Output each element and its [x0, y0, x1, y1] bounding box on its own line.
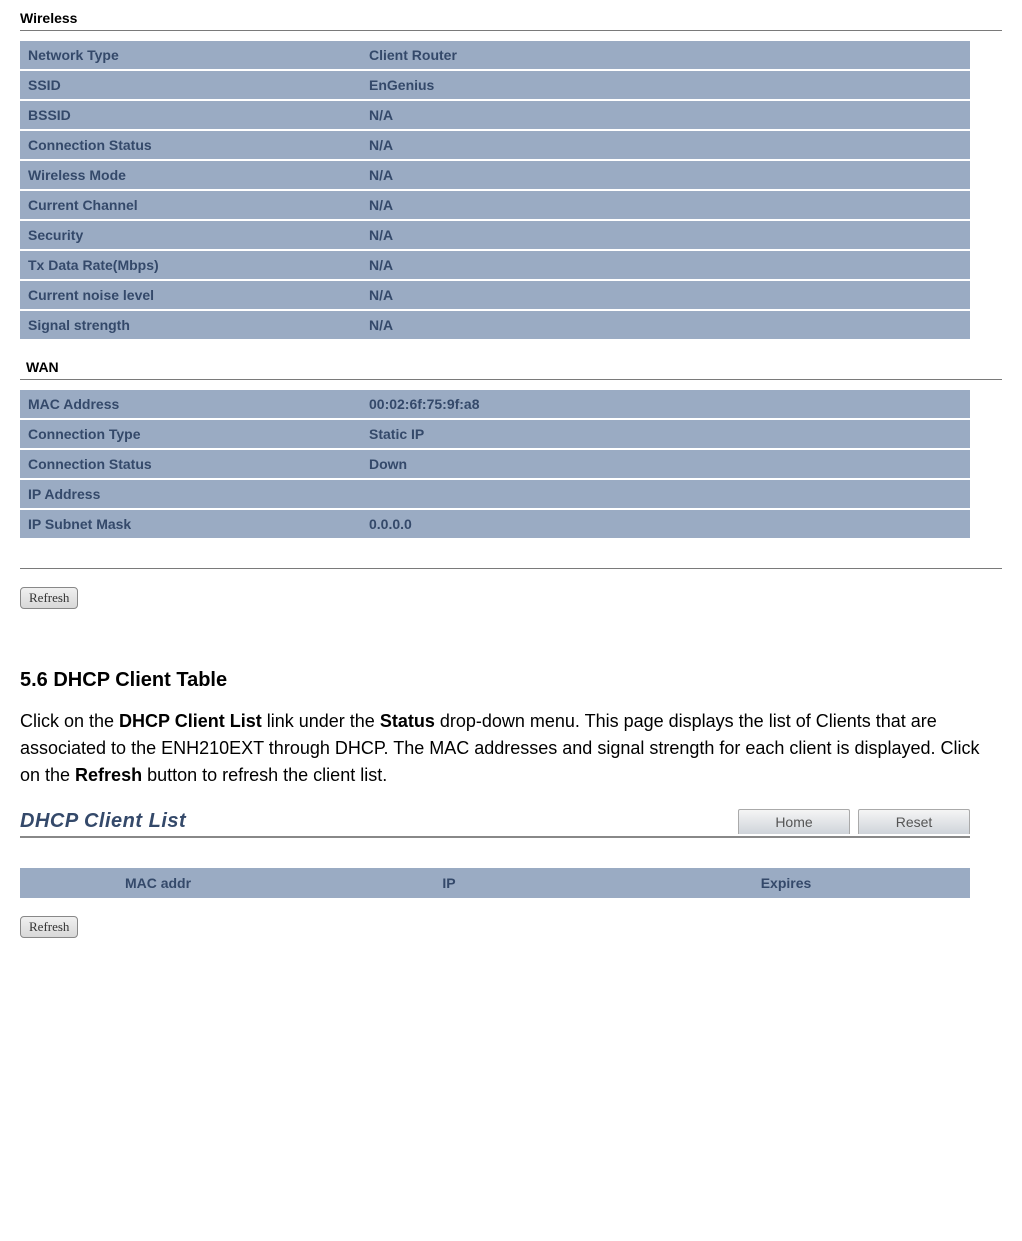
- col-expires-header: Expires: [602, 868, 970, 898]
- row-label: Current noise level: [20, 281, 361, 309]
- doc-bold: Refresh: [75, 765, 142, 785]
- doc-text: button to refresh the client list.: [142, 765, 387, 785]
- row-label: Tx Data Rate(Mbps): [20, 251, 361, 279]
- wireless-divider: [20, 30, 1002, 31]
- col-mac-header: MAC addr: [20, 868, 296, 898]
- doc-text: Click on the: [20, 711, 119, 731]
- table-row: Signal strengthN/A: [20, 311, 970, 339]
- row-value: Static IP: [361, 420, 970, 448]
- row-label: BSSID: [20, 101, 361, 129]
- row-value: N/A: [361, 311, 970, 339]
- table-row: Current ChannelN/A: [20, 191, 970, 219]
- row-label: SSID: [20, 71, 361, 99]
- table-row: Connection StatusDown: [20, 450, 970, 478]
- row-value: N/A: [361, 101, 970, 129]
- row-value: N/A: [361, 251, 970, 279]
- dhcp-client-table: MAC addr IP Expires: [20, 868, 970, 898]
- row-label: Wireless Mode: [20, 161, 361, 189]
- dhcp-title: DHCP Client List: [20, 810, 186, 833]
- table-row: Network TypeClient Router: [20, 41, 970, 69]
- row-label: Signal strength: [20, 311, 361, 339]
- refresh-button[interactable]: Refresh: [20, 587, 78, 609]
- table-row: Wireless ModeN/A: [20, 161, 970, 189]
- table-row: IP Address: [20, 480, 970, 508]
- row-value: N/A: [361, 221, 970, 249]
- table-row: SecurityN/A: [20, 221, 970, 249]
- row-value: N/A: [361, 161, 970, 189]
- doc-heading: 5.6 DHCP Client Table: [20, 669, 1002, 692]
- reset-button[interactable]: Reset: [858, 809, 970, 834]
- doc-text: link under the: [262, 711, 380, 731]
- table-row: Connection TypeStatic IP: [20, 420, 970, 448]
- home-button[interactable]: Home: [738, 809, 850, 834]
- table-row: BSSIDN/A: [20, 101, 970, 129]
- row-label: Connection Type: [20, 420, 361, 448]
- dhcp-header: DHCP Client List Home Reset: [20, 809, 970, 834]
- table-row: Tx Data Rate(Mbps)N/A: [20, 251, 970, 279]
- table-row: SSIDEnGenius: [20, 71, 970, 99]
- row-label: Network Type: [20, 41, 361, 69]
- table-row: Connection StatusN/A: [20, 131, 970, 159]
- doc-bold: DHCP Client List: [119, 711, 262, 731]
- row-value: EnGenius: [361, 71, 970, 99]
- row-value: [361, 480, 970, 508]
- wan-table: MAC Address00:02:6f:75:9f:a8Connection T…: [20, 388, 970, 540]
- doc-paragraph: Click on the DHCP Client List link under…: [20, 708, 1002, 789]
- row-value: N/A: [361, 281, 970, 309]
- row-label: IP Address: [20, 480, 361, 508]
- wan-section-title: WAN: [20, 359, 1002, 375]
- col-ip-header: IP: [296, 868, 602, 898]
- table-row: MAC Address00:02:6f:75:9f:a8: [20, 390, 970, 418]
- table-row: Current noise levelN/A: [20, 281, 970, 309]
- row-label: IP Subnet Mask: [20, 510, 361, 538]
- row-label: Security: [20, 221, 361, 249]
- wan-divider: [20, 379, 1002, 380]
- table-header-row: MAC addr IP Expires: [20, 868, 970, 898]
- row-value: 00:02:6f:75:9f:a8: [361, 390, 970, 418]
- row-value: Client Router: [361, 41, 970, 69]
- row-label: MAC Address: [20, 390, 361, 418]
- row-value: N/A: [361, 191, 970, 219]
- refresh-button[interactable]: Refresh: [20, 916, 78, 938]
- dhcp-divider: [20, 836, 970, 838]
- row-value: Down: [361, 450, 970, 478]
- wireless-table: Network TypeClient RouterSSIDEnGeniusBSS…: [20, 39, 970, 341]
- row-label: Current Channel: [20, 191, 361, 219]
- wireless-section-title: Wireless: [20, 10, 1002, 26]
- table-row: IP Subnet Mask0.0.0.0: [20, 510, 970, 538]
- row-label: Connection Status: [20, 131, 361, 159]
- row-label: Connection Status: [20, 450, 361, 478]
- bottom-divider: [20, 568, 1002, 569]
- row-value: 0.0.0.0: [361, 510, 970, 538]
- row-value: N/A: [361, 131, 970, 159]
- doc-bold: Status: [380, 711, 435, 731]
